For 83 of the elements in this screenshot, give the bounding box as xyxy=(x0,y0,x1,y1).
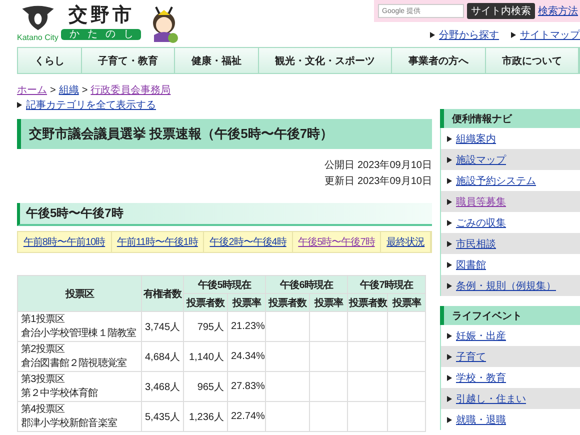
triangle-icon xyxy=(447,198,452,204)
column-header: 投票者数 xyxy=(184,294,228,312)
time-tab[interactable]: 午前11時〜午後1時 xyxy=(116,237,198,248)
column-header: 午後6時現在 xyxy=(266,276,348,294)
column-header: 有権者数 xyxy=(142,276,184,312)
header-link[interactable]: 分野から探す xyxy=(439,30,499,41)
table-cell: 4,684人 xyxy=(142,342,184,372)
search-help-link[interactable]: 検索方法 xyxy=(538,4,578,18)
site-title: 交野市 xyxy=(68,5,134,27)
column-header: 投票率 xyxy=(228,294,266,312)
sidebar-link[interactable]: 妊娠・出産 xyxy=(456,328,506,342)
table-cell: 3,745人 xyxy=(142,312,184,342)
sidebar-link[interactable]: 施設予約システム xyxy=(456,174,536,188)
time-tab[interactable]: 午後5時〜午後7時 xyxy=(298,237,375,248)
triangle-icon xyxy=(447,136,452,142)
triangle-icon xyxy=(511,32,516,38)
column-header: 午後7時現在 xyxy=(348,276,426,294)
breadcrumb-separator: > xyxy=(50,84,56,96)
column-header: 投票率 xyxy=(388,294,426,312)
table-cell: 21.23% xyxy=(228,312,266,342)
table-cell: 第4投票区 郡津小学校新館音楽室 xyxy=(18,402,142,432)
nav-tab[interactable]: 事業者の方へ xyxy=(392,48,486,73)
time-tab[interactable]: 最終状況 xyxy=(386,237,425,248)
column-header: 投票者数 xyxy=(348,294,388,312)
category-link[interactable]: 記事カテゴリを全て表示する xyxy=(26,100,156,111)
time-tab[interactable]: 午前8時〜午前10時 xyxy=(23,237,106,248)
section-heading: 午後5時〜午後7時 xyxy=(17,203,432,226)
sidebar-link[interactable]: 市民相談 xyxy=(456,236,496,250)
breadcrumb-separator: > xyxy=(82,84,88,96)
header-link[interactable]: サイトマップ xyxy=(520,30,580,41)
sidebar-link[interactable]: 学校・教育 xyxy=(456,370,506,384)
table-cell: 第1投票区 倉治小学校管理棟１階教室 xyxy=(18,312,142,342)
table-cell: 1,140人 xyxy=(184,342,228,372)
nav-tab[interactable]: くらし xyxy=(18,48,82,73)
sidebar-link[interactable]: 就職・退職 xyxy=(456,412,506,426)
page-title: 交野市議会議員選挙 投票速報（午後5時〜午後7時） xyxy=(17,119,432,149)
sidebar-link[interactable]: 組織案内 xyxy=(456,132,496,146)
site-subtitle: Katano City xyxy=(17,33,58,43)
triangle-icon xyxy=(447,332,452,338)
triangle-icon xyxy=(447,282,452,288)
column-header: 投票率 xyxy=(310,294,348,312)
sidebar-heading: 便利情報ナビ xyxy=(440,109,580,128)
nav-tab[interactable]: 観光・文化・スポーツ xyxy=(258,48,392,73)
triangle-icon xyxy=(447,220,452,226)
table-cell: 5,435人 xyxy=(142,402,184,432)
triangle-icon xyxy=(447,240,452,246)
triangle-icon xyxy=(447,178,452,184)
column-header: 投票区 xyxy=(18,276,142,312)
breadcrumb-link[interactable]: 組織 xyxy=(58,83,79,97)
table-cell: 第2投票区 倉治図書館２階視聴覚室 xyxy=(18,342,142,372)
nav-tab[interactable]: 市政について xyxy=(486,48,579,73)
table-cell: 795人 xyxy=(184,312,228,342)
triangle-icon xyxy=(447,262,452,268)
sidebar-heading: ライフイベント xyxy=(440,306,580,325)
table-cell: 1,236人 xyxy=(184,402,228,432)
nav-tab[interactable]: 健康・福祉 xyxy=(175,48,258,73)
table-cell: 965人 xyxy=(184,372,228,402)
table-cell: 22.74% xyxy=(228,402,266,432)
triangle-icon xyxy=(447,396,452,402)
city-emblem-icon xyxy=(20,5,55,31)
table-cell: 24.34% xyxy=(228,342,266,372)
triangle-icon xyxy=(447,416,452,422)
published-date: 公開日 2023年09月10日 xyxy=(324,159,432,172)
sidebar-link[interactable]: 図書館 xyxy=(456,258,486,272)
triangle-icon xyxy=(17,102,22,108)
table-cell: 27.83% xyxy=(228,372,266,402)
column-header: 投票者数 xyxy=(266,294,310,312)
breadcrumb-link[interactable]: ホーム xyxy=(17,83,47,97)
breadcrumb-link[interactable]: 行政委員会事務局 xyxy=(90,83,171,97)
time-tab[interactable]: 午後2時〜午後4時 xyxy=(210,237,286,248)
triangle-icon xyxy=(430,32,435,38)
nav-tab[interactable]: 子育て・教育 xyxy=(82,48,175,73)
table-cell: 3,468人 xyxy=(142,372,184,402)
column-header: 午後5時現在 xyxy=(184,276,266,294)
updated-date: 更新日 2023年09月10日 xyxy=(324,174,432,188)
search-button[interactable]: サイト内検索 xyxy=(467,3,535,19)
triangle-icon xyxy=(447,374,452,380)
sidebar-link[interactable]: 子育て xyxy=(456,350,486,364)
triangle-icon xyxy=(447,354,452,360)
sidebar-link[interactable]: ごみの収集 xyxy=(456,216,506,230)
triangle-icon xyxy=(447,156,452,162)
table-cell: 第3投票区 第２中学校体育館 xyxy=(18,372,142,402)
site-reading: かたのし xyxy=(61,29,142,40)
